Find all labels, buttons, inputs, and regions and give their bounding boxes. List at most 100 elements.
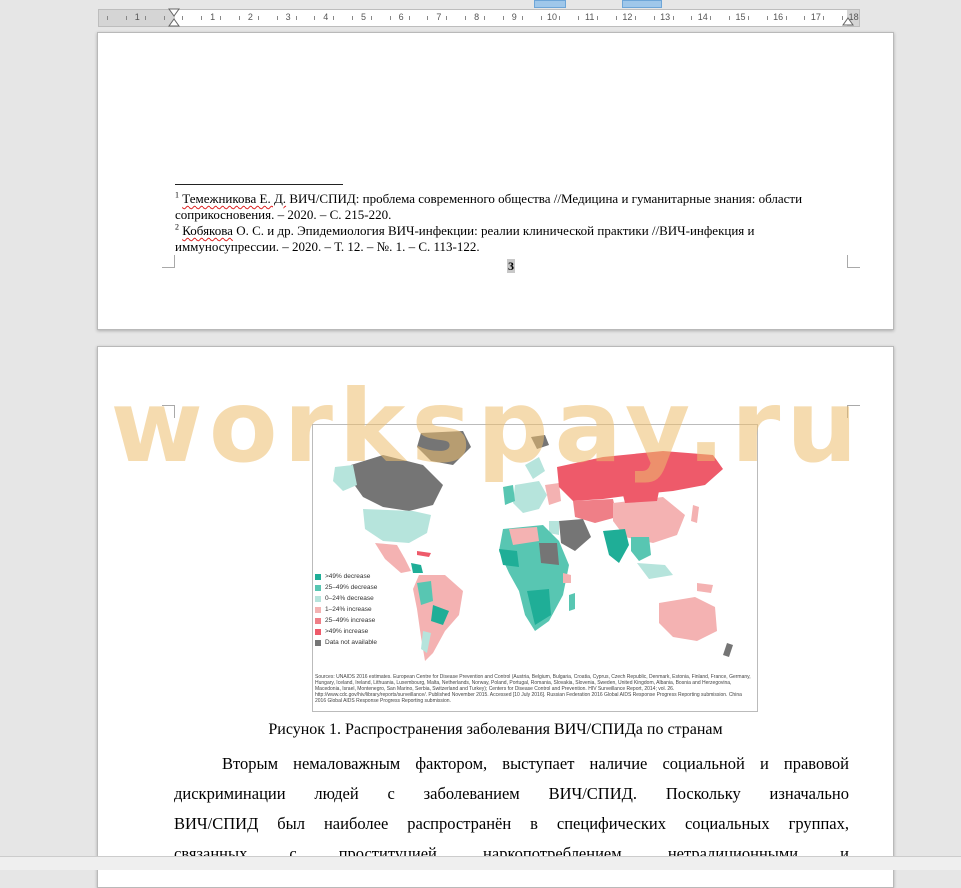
legend-swatch (315, 573, 321, 580)
ruler-tick (540, 16, 542, 20)
legend-label: 25–49% decrease (325, 584, 378, 591)
ruler-tick (559, 16, 561, 20)
map-sources: Sources: UNAIDS 2016 estimates. European… (315, 674, 751, 704)
ruler-tick (163, 16, 165, 20)
legend-swatch (315, 595, 321, 602)
ruler-number: 14 (697, 12, 708, 22)
margin-corner-top-right (847, 405, 860, 418)
margin-corner-top-left (162, 405, 175, 418)
legend-item: 0–24% decrease (315, 593, 377, 604)
ruler-number: 16 (773, 12, 784, 22)
ruler-tick (484, 16, 485, 20)
world-map-image (333, 431, 733, 661)
footnote-1[interactable]: 1 Темежникова Е. Д. ВИЧ/СПИД: проблема с… (175, 191, 815, 223)
legend-swatch (315, 584, 321, 591)
ruler-tick (125, 16, 127, 20)
ruler-tick (578, 16, 580, 20)
ruler-selection-marker-right (622, 0, 662, 8)
ruler-tick (276, 16, 278, 20)
ruler-number: 4 (323, 12, 329, 22)
ruler-tick (465, 16, 467, 20)
ruler-number: 9 (511, 12, 517, 22)
ruler-number: 7 (436, 12, 442, 22)
body-paragraph[interactable]: Вторым немаловажным фактором, выступает … (174, 749, 849, 869)
ruler-tick (107, 16, 108, 20)
ruler-number: 8 (474, 12, 480, 22)
legend-item: >49% increase (315, 626, 377, 637)
legend-label: 25–49% increase (325, 617, 376, 624)
legend-item: 1–24% increase (315, 604, 377, 615)
ruler-tick (408, 16, 410, 20)
ruler-tick (389, 16, 391, 20)
ruler-number: 2 (247, 12, 253, 22)
legend-item: >49% decrease (315, 571, 377, 582)
legend-label: >49% increase (325, 628, 369, 635)
ruler-strip[interactable]: 1 1 2 3 4 5 6 7 8 9 10 11 12 13 14 15 16 17 18 (98, 9, 860, 27)
footnote-2-text: О. С. и др. Эпидемиология ВИЧ-инфекции: … (175, 223, 755, 254)
ruler-number: 12 (622, 12, 633, 22)
ruler-tick (766, 16, 768, 20)
ruler-tick (597, 16, 599, 20)
ruler-number: 10 (546, 12, 558, 22)
document-page-1[interactable]: 1 Темежникова Е. Д. ВИЧ/СПИД: проблема с… (97, 32, 894, 330)
legend-swatch (315, 617, 321, 624)
ruler-tick (710, 16, 712, 20)
footnote-1-author: Темежникова Е. Д. (182, 191, 287, 206)
ruler-tick (446, 16, 448, 20)
footnote-separator (175, 184, 343, 185)
ruler-number: 1 (210, 12, 216, 22)
paragraph-line-1: Вторым немаловажным фактором, выступает … (222, 754, 849, 773)
ruler-number: 13 (660, 12, 671, 22)
ruler-tick (653, 16, 655, 20)
ruler-tick (427, 16, 429, 20)
legend-label: >49% decrease (325, 573, 371, 580)
ruler-tick (634, 16, 636, 20)
footnote-2-marker: 2 (175, 222, 179, 232)
margin-corner-bottom-left (162, 255, 175, 268)
ruler-tick (502, 16, 504, 20)
footnote-2-author: Кобякова (182, 223, 233, 238)
ruler-number: 15 (735, 12, 746, 22)
legend-label: Data not available (325, 639, 378, 646)
ruler-tick (352, 16, 354, 20)
ruler-number: 3 (285, 12, 291, 22)
ruler-tick (257, 16, 259, 20)
ruler-tick (521, 16, 523, 20)
legend-swatch (315, 606, 321, 613)
right-indent-marker[interactable] (842, 16, 854, 26)
ruler-number: 1 (134, 12, 140, 22)
ruler-tick (785, 16, 787, 20)
page-number[interactable]: 3 (507, 259, 515, 273)
ruler-tick (804, 16, 806, 20)
footnote-2[interactable]: 2 Кобякова О. С. и др. Эпидемиология ВИЧ… (175, 223, 815, 255)
legend-swatch (315, 628, 321, 635)
ruler-number: 5 (360, 12, 367, 22)
legend-label: 1–24% increase (325, 606, 372, 613)
figure-caption[interactable]: Рисунок 1. Распространения заболевания В… (98, 721, 893, 739)
ruler-tick (314, 16, 316, 20)
ruler-number: 17 (810, 12, 821, 22)
legend-item: 25–49% increase (315, 615, 377, 626)
horizontal-scrollbar[interactable] (0, 856, 961, 870)
hiv-world-map-figure[interactable]: >49% decrease 25–49% decrease 0–24% decrea… (312, 424, 758, 712)
ruler-tick (182, 16, 184, 20)
ruler-selection-marker-left (534, 0, 566, 8)
ruler-tick (333, 16, 335, 20)
ruler-tick (144, 16, 146, 20)
ruler-tick (370, 16, 372, 20)
footnote-1-marker: 1 (175, 190, 179, 200)
ruler-number: 11 (585, 12, 595, 22)
ruler-tick (823, 16, 825, 20)
ruler-tick (729, 16, 731, 20)
ruler-tick (201, 16, 203, 20)
ruler-tick (615, 16, 617, 20)
document-page-2[interactable]: >49% decrease 25–49% decrease 0–24% decrea… (97, 346, 894, 888)
legend-swatch (315, 639, 321, 646)
first-line-indent-marker[interactable] (168, 8, 180, 28)
legend-item: 25–49% decrease (315, 582, 377, 593)
horizontal-ruler[interactable]: 1 1 2 3 4 5 6 7 8 9 10 11 12 13 14 15 16 17 18 (0, 0, 961, 28)
margin-corner-bottom-right (847, 255, 860, 268)
ruler-tick (220, 16, 222, 20)
paragraph-line-2: дискриминации людей с заболеванием ВИЧ/С… (174, 784, 849, 803)
legend-label: 0–24% decrease (325, 595, 374, 602)
